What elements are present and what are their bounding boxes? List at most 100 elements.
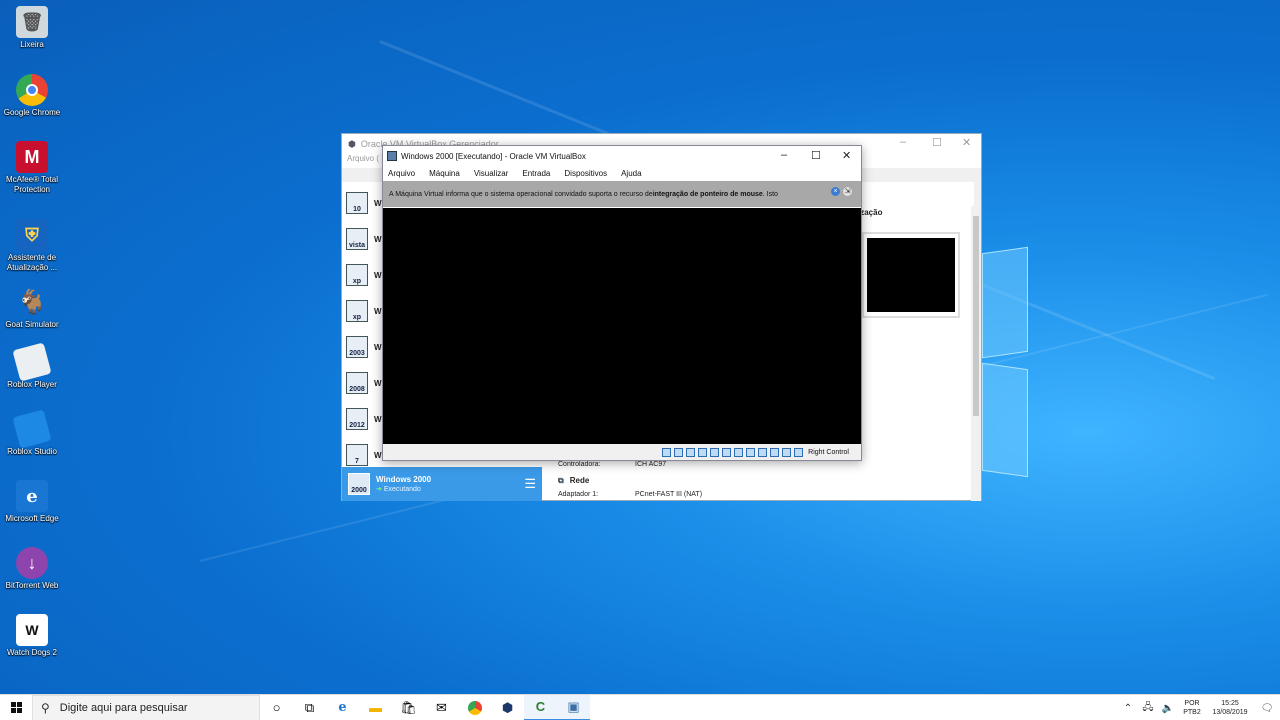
clock[interactable]: 15:25 13/08/2019	[1206, 699, 1254, 717]
camtasia-icon[interactable]: C	[524, 694, 557, 720]
vm-os-icon: 10	[346, 192, 368, 214]
cortana-icon[interactable]: ○	[260, 695, 293, 720]
controller-label: Controladora:	[558, 461, 601, 468]
menu-entrada[interactable]: Entrada	[522, 169, 550, 178]
controller-value: ICH AC97	[635, 461, 667, 468]
close-icon[interactable]: ✕	[842, 149, 851, 162]
desktop-icon-update-assistant[interactable]: ⛨ Assistente de Atualização ...	[0, 215, 64, 273]
virtualbox-icon[interactable]: ⬢	[491, 695, 524, 720]
search-placeholder: Digite aqui para pesquisar	[59, 701, 188, 714]
vm-item-menu-icon[interactable]: ☰	[524, 476, 536, 492]
mcafee-icon: M	[16, 141, 48, 173]
taskbar-search-box[interactable]: ⚲ Digite aqui para pesquisar	[32, 694, 260, 720]
mail-icon[interactable]: ✉	[425, 695, 458, 720]
bittorrent-icon: ↓	[16, 547, 48, 579]
input-language[interactable]: POR PTB2	[1178, 699, 1206, 717]
network-section-heading[interactable]: ⧉ Rede	[558, 476, 589, 486]
chrome-icon[interactable]	[458, 695, 491, 720]
start-button[interactable]	[0, 695, 32, 720]
vm-name: W	[374, 234, 382, 244]
vm-name: W	[374, 378, 382, 388]
task-view-icon[interactable]: ⧉	[293, 695, 326, 720]
manager-menu-arquivo[interactable]: Arquivo (	[347, 154, 379, 163]
taskbar: ⚲ Digite aqui para pesquisar ○ ⧉ e ▬ 🛍 ✉…	[0, 694, 1280, 720]
vm-name: W	[374, 198, 382, 208]
hard-disk-icon[interactable]	[662, 447, 672, 457]
network-icon[interactable]: 🖧	[1138, 700, 1158, 717]
minimize-icon[interactable]: –	[781, 149, 787, 161]
vm-name: Windows 2000	[376, 474, 432, 484]
vm-statusbar: Right Control	[383, 444, 861, 460]
vm-name: W	[374, 414, 382, 424]
desktop-icon-lixeira[interactable]: 🗑 Lixeira	[0, 2, 64, 50]
keyboard-icon[interactable]	[782, 447, 792, 457]
desktop-icon-goat-simulator[interactable]: 🐐 Goat Simulator	[0, 282, 64, 330]
adapter-value: PCnet-FAST III (NAT)	[635, 491, 703, 498]
vm-os-icon: xp	[346, 300, 368, 322]
shared-folders-icon[interactable]	[722, 447, 732, 457]
network-icon[interactable]	[698, 447, 708, 457]
vm-list-item-selected[interactable]: 2000 Windows 2000 ➜ Executando ☰	[342, 467, 542, 501]
menu-visualizar[interactable]: Visualizar	[474, 169, 509, 178]
maximize-icon[interactable]: ☐	[811, 149, 821, 162]
vm-name: W	[374, 270, 382, 280]
adapter-label: Adaptador 1:	[558, 491, 599, 498]
update-assistant-icon: ⛨	[16, 219, 48, 251]
usb-icon[interactable]	[710, 447, 720, 457]
windows-start-icon	[10, 702, 22, 713]
volume-icon[interactable]: 🔈	[1158, 703, 1178, 714]
vm-name: W	[374, 306, 382, 316]
cpu-icon[interactable]	[758, 447, 768, 457]
windows-logo-wallpaper	[982, 240, 1030, 480]
vm-os-icon: xp	[346, 264, 368, 286]
store-icon[interactable]: 🛍	[392, 695, 425, 720]
desktop-icon-chrome[interactable]: Google Chrome	[0, 70, 64, 118]
virtualbox-vm-icon	[387, 151, 397, 161]
goat-simulator-icon: 🐐	[17, 288, 47, 316]
notice-close-icon[interactable]: ×	[831, 187, 840, 196]
vm-preview	[862, 232, 960, 318]
menu-ajuda[interactable]: Ajuda	[621, 169, 641, 178]
maximize-icon[interactable]: ☐	[932, 136, 942, 149]
minimize-icon[interactable]: –	[900, 136, 906, 148]
display-icon[interactable]	[734, 447, 744, 457]
vm-os-icon: 7	[346, 444, 368, 466]
host-key-icon[interactable]	[794, 447, 804, 457]
vm-window-title: Windows 2000 [Executando] - Oracle VM Vi…	[401, 151, 586, 161]
edge-icon: e	[16, 480, 48, 512]
vm-window[interactable]: Windows 2000 [Executando] - Oracle VM Vi…	[382, 145, 862, 461]
vm-window-titlebar[interactable]: Windows 2000 [Executando] - Oracle VM Vi…	[383, 146, 861, 166]
menu-dispositivos[interactable]: Dispositivos	[564, 169, 607, 178]
notifications-icon[interactable]: 🗨	[1254, 703, 1280, 714]
notice-dismiss-icon[interactable]: ⇲	[843, 187, 852, 196]
roblox-player-icon	[12, 342, 52, 382]
chrome-icon	[16, 74, 48, 106]
desktop-icon-roblox-studio[interactable]: Roblox Studio	[0, 409, 64, 457]
menu-maquina[interactable]: Máquina	[429, 169, 460, 178]
vm-os-icon: vista	[346, 228, 368, 250]
edge-icon[interactable]: e	[326, 695, 359, 720]
desktop-icon-bittorrent[interactable]: ↓ BitTorrent Web	[0, 543, 64, 591]
audio-icon[interactable]	[686, 447, 696, 457]
menu-arquivo[interactable]: Arquivo	[388, 169, 415, 178]
running-arrow-icon: ➜	[376, 485, 384, 493]
desktop-icon-roblox-player[interactable]: Roblox Player	[0, 342, 64, 390]
desktop-icon-mcafee[interactable]: M McAfee® Total Protection	[0, 137, 64, 195]
details-scrollbar[interactable]	[971, 206, 981, 501]
vm-guest-display[interactable]	[383, 208, 861, 444]
mouse-integration-notice: A Máquina Virtual informa que o sistema …	[383, 181, 861, 207]
file-explorer-icon[interactable]: ▬	[359, 695, 392, 720]
close-icon[interactable]: ✕	[962, 136, 971, 149]
vm-name: W	[374, 450, 382, 460]
optical-drive-icon[interactable]	[674, 447, 684, 457]
vm-window-icon[interactable]: ▣	[557, 694, 590, 720]
roblox-studio-icon	[12, 409, 52, 449]
video-capture-icon[interactable]	[746, 447, 756, 457]
vm-os-icon: 2008	[346, 372, 368, 394]
vm-menubar[interactable]: Arquivo Máquina Visualizar Entrada Dispo…	[383, 166, 861, 181]
desktop-icon-edge[interactable]: e Microsoft Edge	[0, 476, 64, 524]
show-hidden-icons-icon[interactable]: ⌃	[1118, 703, 1138, 714]
desktop-icon-watchdogs[interactable]: W Watch Dogs 2	[0, 610, 64, 658]
vm-state: ➜ Executando	[376, 485, 421, 493]
mouse-integration-icon[interactable]	[770, 447, 780, 457]
